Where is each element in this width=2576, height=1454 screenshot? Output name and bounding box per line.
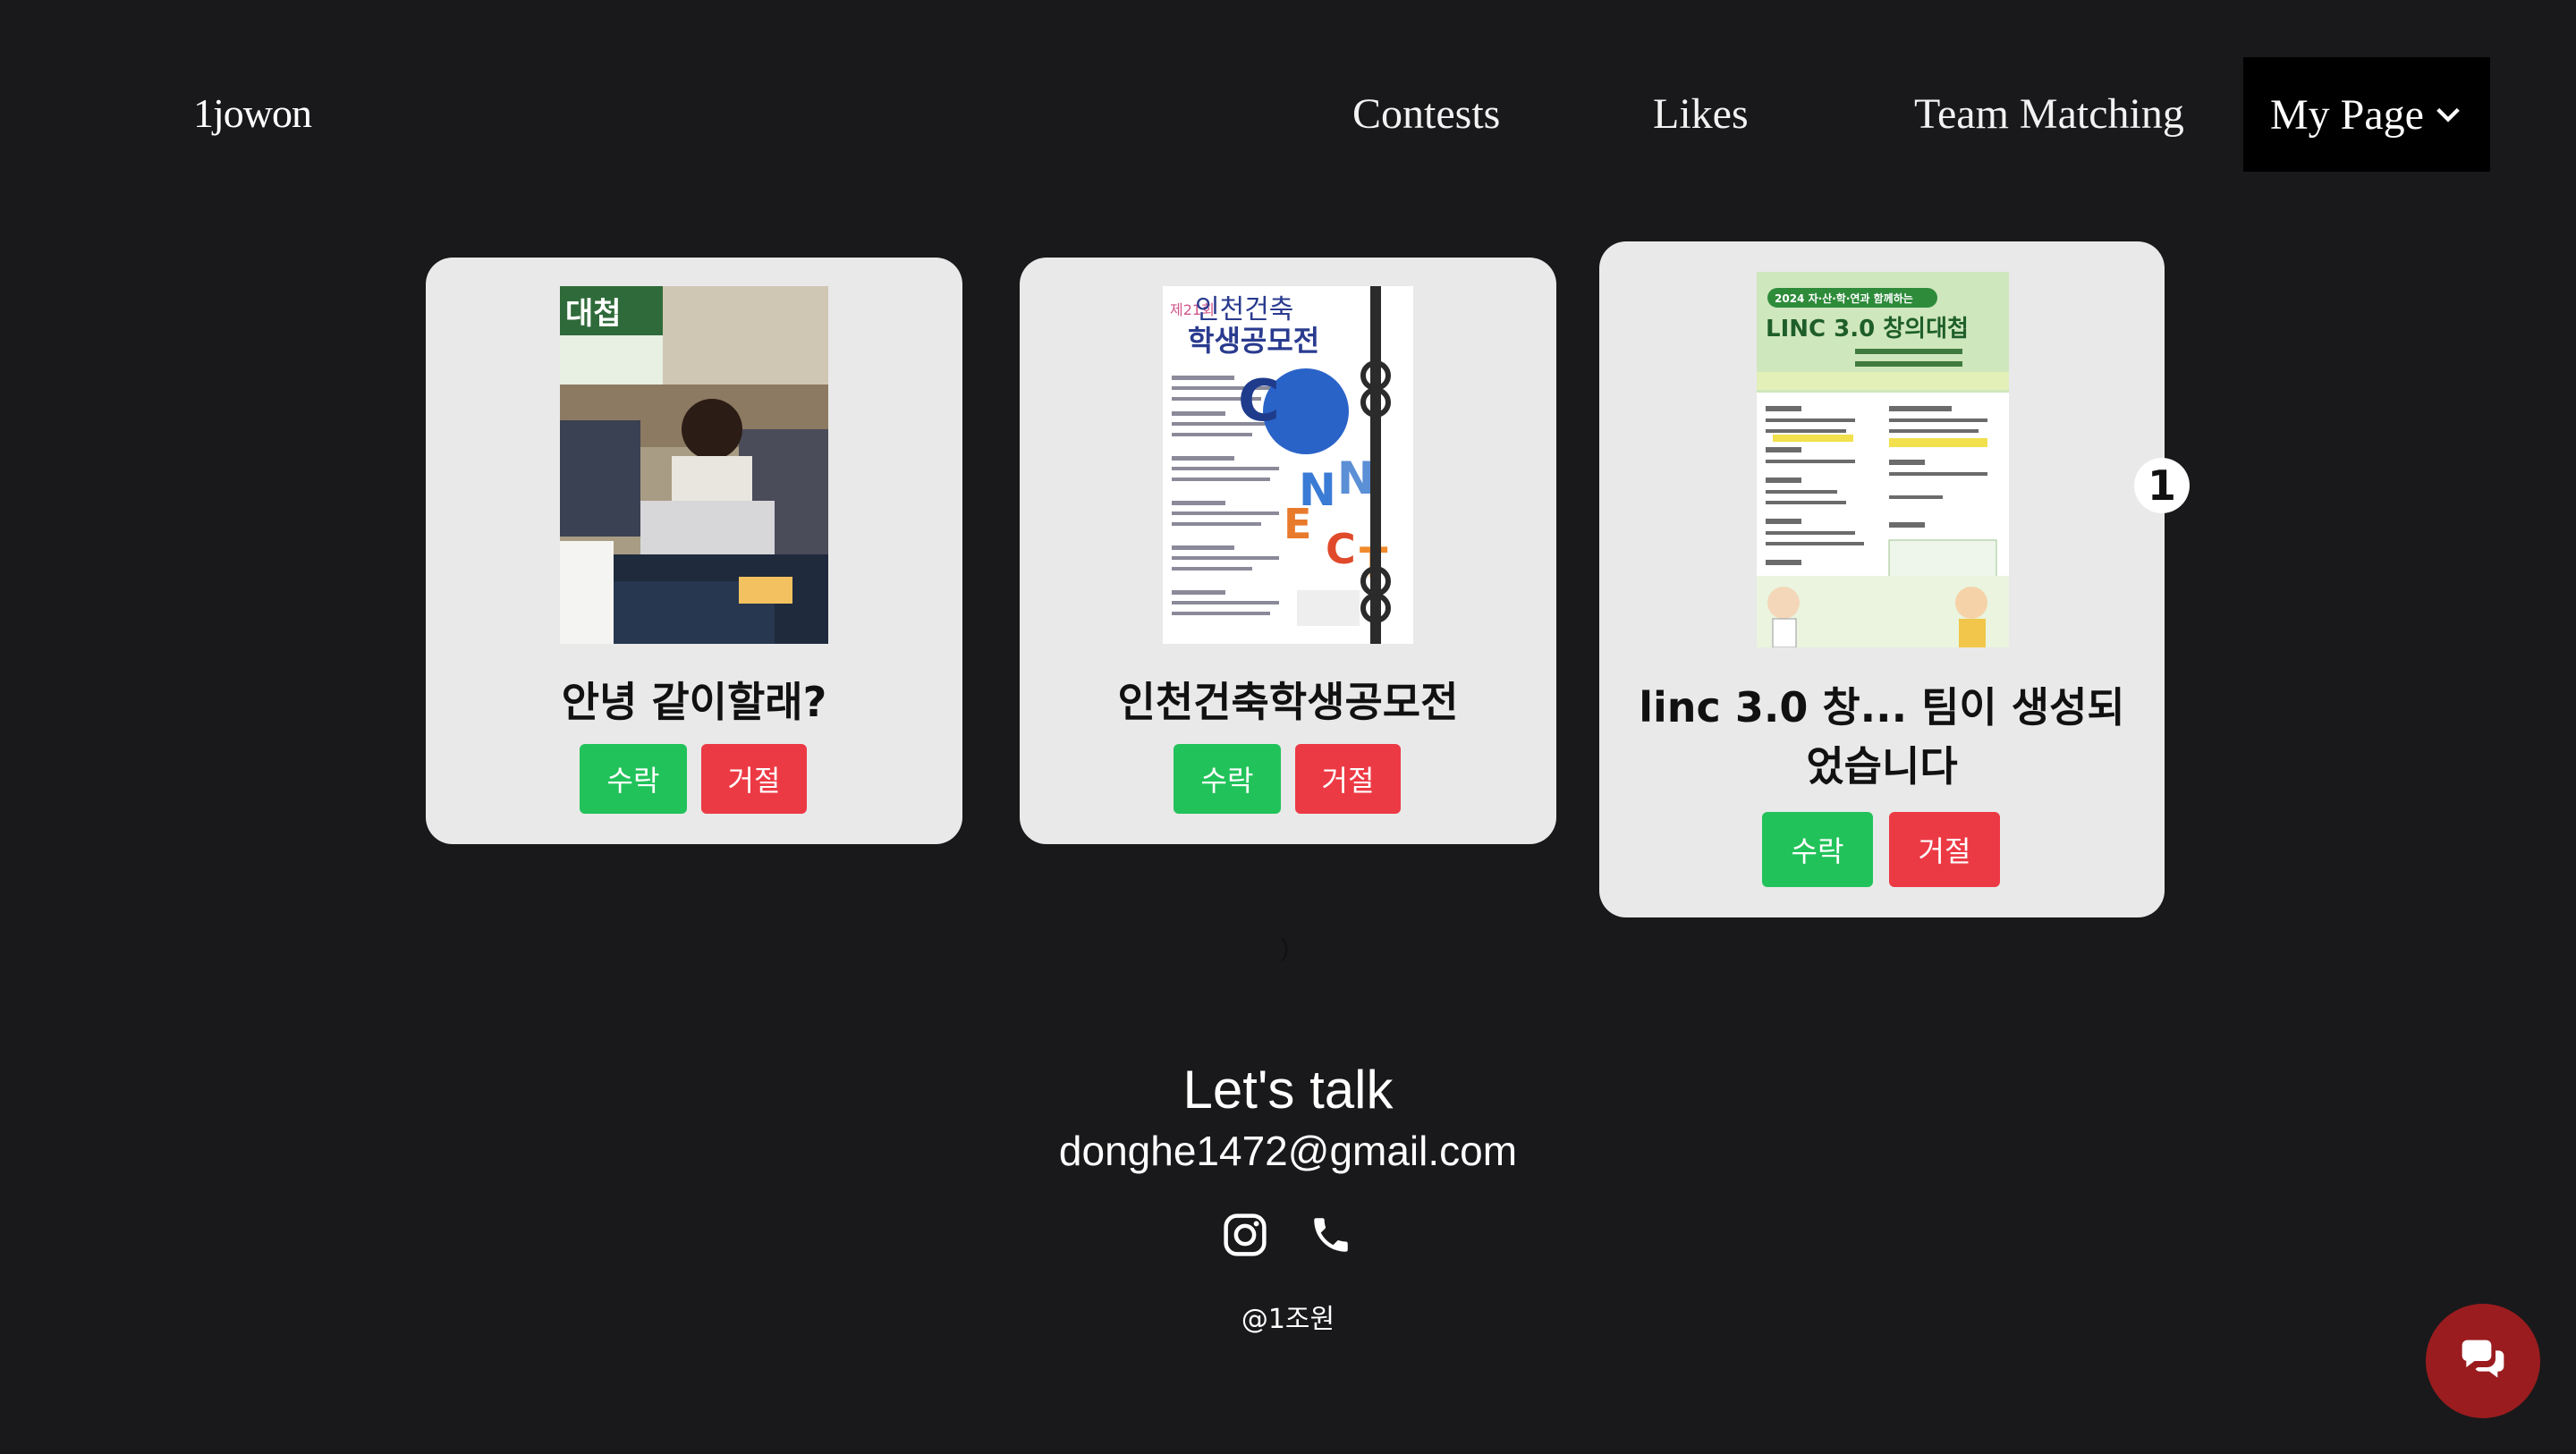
svg-text:N: N [1337, 452, 1375, 504]
poster-title-line1: 인천건축 [1195, 294, 1293, 325]
footer-title: Let's talk [1182, 1060, 1394, 1120]
accept-button[interactable]: 수락 [580, 744, 687, 814]
nav-my-page-label: My Page [2270, 90, 2424, 139]
brand-logo[interactable]: 1jowon [193, 89, 312, 137]
phone-icon[interactable] [1306, 1210, 1356, 1260]
reject-button[interactable]: 거절 [1889, 812, 2000, 887]
accept-button[interactable]: 수락 [1174, 744, 1281, 814]
reject-button[interactable]: 거절 [701, 744, 807, 814]
chat-icon [2462, 1340, 2504, 1378]
card-title: 인천건축학생공모전 [1117, 678, 1459, 726]
svg-text:E: E [1284, 500, 1311, 548]
instagram-icon[interactable] [1220, 1210, 1270, 1260]
nav-my-page-dropdown[interactable]: My Page [2243, 57, 2490, 172]
nav-team-matching[interactable]: Team Matching [1914, 89, 2184, 139]
contest-poster: 2024 자·산·학·연과 함께하는 LINC 3.0 창의대첩 [1757, 272, 2009, 647]
team-request-card: 2024 자·산·학·연과 함께하는 LINC 3.0 창의대첩 linc 3.… [1599, 241, 2165, 917]
poster-title-line2: 학생공모전 [1188, 324, 1319, 358]
notification-count-badge: 1 [2134, 458, 2190, 513]
accept-button[interactable]: 수락 [1762, 812, 1873, 887]
card-title: linc 3.0 창... 팀이 생성되었습니다 [1639, 683, 2125, 790]
page: 1jowon Contests Likes Team Matching My P… [0, 0, 2576, 1454]
contest-photo: 대첩 [560, 286, 828, 644]
copyright-text: @1조원 [1241, 1304, 1335, 1335]
footer-email[interactable]: donghe1472@gmail.com [0, 1127, 2576, 1175]
svg-text:C: C [1326, 525, 1356, 573]
photo-banner-text: 대첩 [565, 296, 622, 332]
svg-text:C: C [1238, 368, 1280, 435]
poster-title: LINC 3.0 창의대첩 [1766, 316, 1969, 342]
nav-contests[interactable]: Contests [1352, 89, 1500, 139]
stray-text: ) [1281, 934, 1290, 961]
card-title: 안녕 같이할래? [561, 678, 827, 726]
team-request-card: 제21회 인천건축 학생공모전 C N N E C 인천건축학생공모전 수락 거… [1020, 258, 1556, 844]
nav-likes[interactable]: Likes [1653, 89, 1749, 139]
chat-button[interactable] [2426, 1304, 2540, 1418]
contest-poster: 제21회 인천건축 학생공모전 C N N E C [1163, 286, 1413, 644]
team-request-card: 대첩 안녕 같이할래? 수락 거절 [426, 258, 962, 844]
poster-header: 2024 자·산·학·연과 함께하는 [1775, 292, 1913, 305]
social-icons [1220, 1207, 1356, 1263]
chevron-down-icon [2436, 107, 2460, 123]
reject-button[interactable]: 거절 [1295, 744, 1401, 814]
